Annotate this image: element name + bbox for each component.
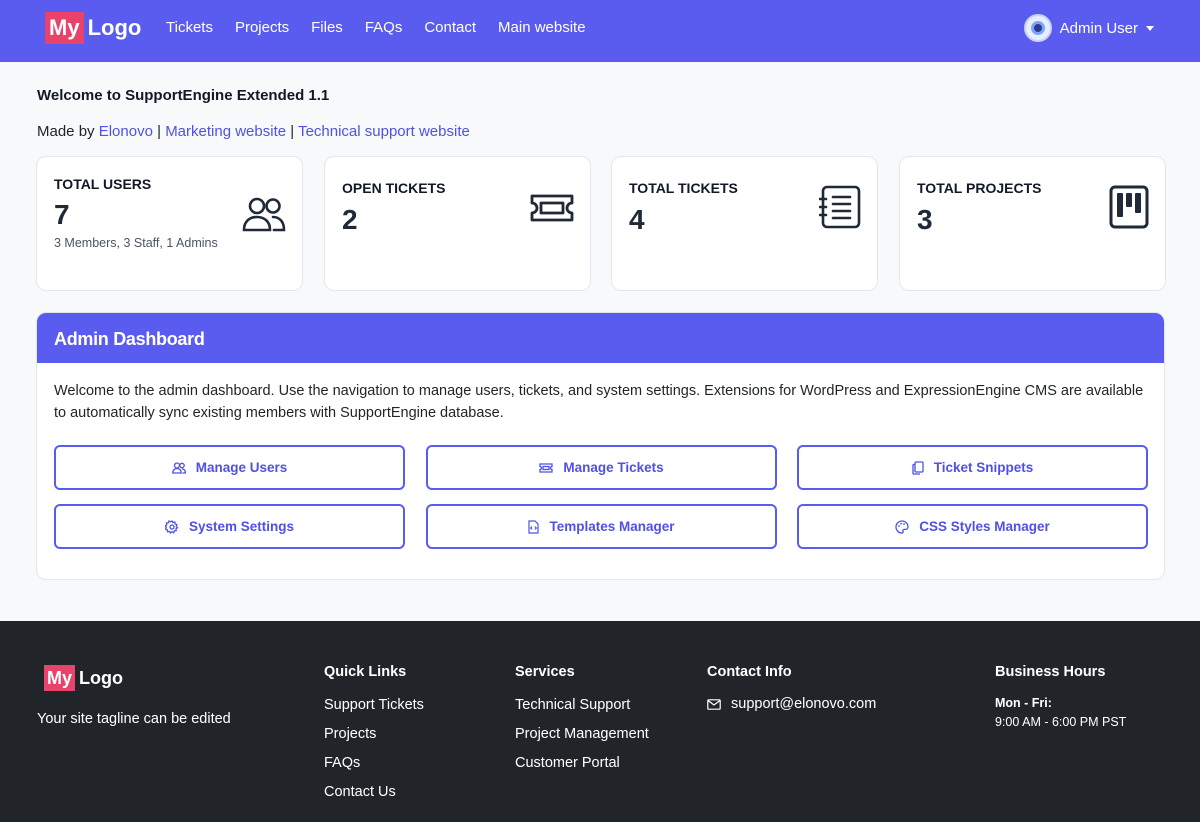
nav-main-website[interactable]: Main website: [498, 19, 586, 37]
separator: |: [157, 123, 162, 140]
hours-time: 9:00 AM - 6:00 PM PST: [995, 715, 1127, 729]
business-hours-column: Business Hours Mon - Fri: 9:00 AM - 6:00…: [995, 664, 1126, 729]
copy-icon: [912, 460, 924, 475]
users-icon: [171, 461, 186, 474]
admin-dashboard-card: Admin Dashboard Welcome to the admin das…: [36, 312, 1165, 580]
navbar: My Logo Tickets Projects Files FAQs Cont…: [0, 0, 1200, 62]
avatar: [1023, 14, 1052, 42]
ticket-snippets-button[interactable]: Ticket Snippets: [797, 445, 1148, 490]
button-label: CSS Styles Manager: [919, 519, 1050, 534]
footer-link-faqs[interactable]: FAQs: [324, 754, 424, 772]
footer-link-support-tickets[interactable]: Support Tickets: [324, 696, 424, 714]
services-column: Services Technical Support Project Manag…: [515, 664, 649, 783]
nav-projects[interactable]: Projects: [235, 19, 289, 37]
contact-email[interactable]: support@elonovo.com: [707, 696, 876, 712]
email-text: support@elonovo.com: [731, 696, 877, 712]
user-menu-toggle[interactable]: Admin User: [1023, 14, 1154, 42]
gear-icon: [164, 519, 179, 534]
logo-text: Logo: [87, 15, 142, 40]
logo-badge: My: [44, 665, 76, 691]
dashboard-header: Admin Dashboard: [37, 313, 1164, 363]
elonovo-link[interactable]: Elonovo: [99, 123, 153, 140]
site-tagline: Your site tagline can be edited: [37, 711, 231, 727]
stat-label: OPEN TICKETS: [342, 180, 446, 196]
templates-manager-button[interactable]: Templates Manager: [426, 504, 777, 549]
contact-column: Contact Info support@elonovo.com: [707, 664, 876, 712]
quick-links-column: Quick Links Support Tickets Projects FAQ…: [324, 664, 424, 812]
nav-contact[interactable]: Contact: [424, 19, 476, 37]
user-name: Admin User: [1059, 19, 1138, 37]
envelope-icon: [707, 698, 721, 710]
stat-value: 3: [917, 204, 933, 235]
separator: |: [290, 123, 295, 140]
button-label: Ticket Snippets: [933, 460, 1034, 475]
nav-tickets[interactable]: Tickets: [166, 19, 213, 37]
support-website-link[interactable]: Technical support website: [298, 123, 470, 140]
list-icon: [819, 185, 861, 229]
file-code-icon: [528, 519, 540, 534]
nav-faqs[interactable]: FAQs: [365, 19, 403, 37]
made-by-line: Made by Elonovo | Marketing website | Te…: [37, 123, 470, 140]
dashboard-description: Welcome to the admin dashboard. Use the …: [54, 383, 1144, 421]
stat-card-total-projects: TOTAL PROJECTS 3: [899, 156, 1166, 291]
ticket-icon: [539, 462, 553, 473]
stat-card-users: TOTAL USERS 7 3 Members, 3 Staff, 1 Admi…: [36, 156, 303, 291]
footer-link-contact-us[interactable]: Contact Us: [324, 783, 424, 801]
stat-subtext: 3 Members, 3 Staff, 1 Admins: [54, 236, 218, 250]
column-heading: Quick Links: [324, 664, 407, 680]
kanban-icon: [1109, 185, 1149, 229]
button-label: Manage Tickets: [563, 460, 664, 475]
page-title: Welcome to SupportEngine Extended 1.1: [37, 87, 330, 104]
stat-label: TOTAL PROJECTS: [917, 180, 1042, 196]
button-label: Manage Users: [195, 460, 288, 475]
stat-label: TOTAL TICKETS: [629, 180, 738, 196]
footer-link-project-management[interactable]: Project Management: [515, 725, 649, 743]
column-heading: Contact Info: [707, 664, 792, 680]
footer-link-technical-support[interactable]: Technical Support: [515, 696, 649, 714]
users-icon: [242, 197, 286, 232]
css-styles-manager-button[interactable]: CSS Styles Manager: [797, 504, 1148, 549]
site-logo[interactable]: My Logo: [45, 12, 141, 44]
stat-value: 7: [54, 199, 70, 230]
logo-text: Logo: [79, 668, 123, 688]
button-label: Templates Manager: [549, 519, 675, 534]
footer: My Logo Your site tagline can be edited …: [0, 621, 1200, 822]
stat-card-open-tickets: OPEN TICKETS 2: [324, 156, 591, 291]
footer-logo[interactable]: My Logo: [44, 665, 123, 691]
dashboard-title: Admin Dashboard: [54, 329, 205, 349]
logo-badge: My: [45, 12, 84, 44]
hours-days: Mon - Fri:: [995, 696, 1052, 710]
main-nav: Tickets Projects Files FAQs Contact Main…: [166, 19, 608, 37]
ticket-icon: [530, 194, 574, 222]
stat-value: 2: [342, 204, 358, 235]
column-heading: Business Hours: [995, 664, 1106, 680]
column-heading: Services: [515, 664, 575, 680]
stat-card-total-tickets: TOTAL TICKETS 4: [611, 156, 878, 291]
footer-link-customer-portal[interactable]: Customer Portal: [515, 754, 649, 772]
button-label: System Settings: [188, 519, 295, 534]
marketing-website-link[interactable]: Marketing website: [165, 123, 286, 140]
chevron-down-icon: [1146, 25, 1154, 31]
stat-label: TOTAL USERS: [54, 176, 152, 192]
nav-files[interactable]: Files: [311, 19, 343, 37]
manage-users-button[interactable]: Manage Users: [54, 445, 405, 490]
palette-icon: [895, 519, 909, 534]
manage-tickets-button[interactable]: Manage Tickets: [426, 445, 777, 490]
stat-value: 4: [629, 204, 645, 235]
system-settings-button[interactable]: System Settings: [54, 504, 405, 549]
made-by-prefix: Made by: [37, 123, 95, 140]
footer-link-projects[interactable]: Projects: [324, 725, 424, 743]
